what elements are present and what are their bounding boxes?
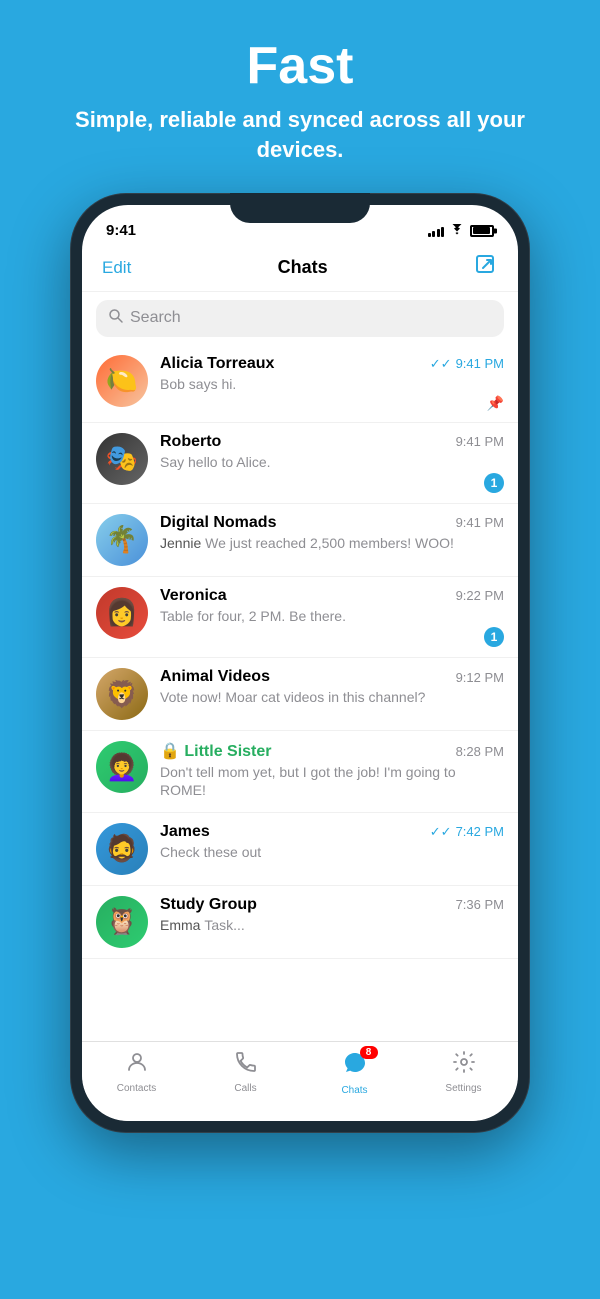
hero-subtitle: Simple, reliable and synced across all y… <box>40 105 560 164</box>
chat-name-james: James <box>160 823 210 841</box>
nav-title: Chats <box>278 257 328 278</box>
chat-time-animal-videos: 9:12 PM <box>456 670 504 685</box>
badge-veronica: 1 <box>484 627 504 647</box>
avatar-little-sister: 👩‍🦱 <box>96 741 148 793</box>
nav-bar: Edit Chats <box>82 249 518 292</box>
phone-frame: 9:41 <box>70 193 530 1133</box>
chat-time-james: 7:42 PM <box>456 824 504 839</box>
chat-item-roberto[interactable]: 🎭 Roberto 9:41 PM Say hello to Alice. 1 <box>82 423 518 504</box>
tab-bar: Contacts Calls <box>82 1041 518 1121</box>
chat-name-roberto: Roberto <box>160 433 221 451</box>
tab-contacts[interactable]: Contacts <box>107 1050 167 1094</box>
chat-time-study-group: 7:36 PM <box>456 897 504 912</box>
phone-wrapper: 9:41 <box>0 193 600 1133</box>
avatar-james: 🧔 <box>96 823 148 875</box>
chat-time-veronica: 9:22 PM <box>456 588 504 603</box>
edit-button[interactable]: Edit <box>102 258 131 278</box>
search-icon <box>108 308 124 329</box>
chat-item-alicia[interactable]: 🍋 Alicia Torreaux ✓✓ 9:41 PM Bob says hi. 📌 <box>82 345 518 423</box>
avatar-study-group: 🦉 <box>96 896 148 948</box>
status-time: 9:41 <box>106 222 136 239</box>
badge-roberto: 1 <box>484 473 504 493</box>
chat-name-digital-nomads: Digital Nomads <box>160 514 276 532</box>
tab-calls[interactable]: Calls <box>216 1050 276 1094</box>
chat-preview-digital-nomads: Jennie We just reached 2,500 members! WO… <box>160 534 504 552</box>
chat-item-veronica[interactable]: 👩 Veronica 9:22 PM Table for four, 2 PM. Be… <box>82 577 518 658</box>
notch <box>230 193 370 223</box>
chat-preview-james: Check these out <box>160 843 504 861</box>
phone-content: 9:41 <box>82 205 518 1121</box>
avatar-alicia: 🍋 <box>96 355 148 407</box>
avatar-roberto: 🎭 <box>96 433 148 485</box>
chat-item-study-group[interactable]: 🦉 Study Group 7:36 PM Emma Task... <box>82 886 518 959</box>
settings-icon <box>452 1050 476 1081</box>
chat-time-little-sister: 8:28 PM <box>456 744 504 759</box>
chat-time-roberto: 9:41 PM <box>456 434 504 449</box>
pin-icon: 📌 <box>487 395 504 412</box>
double-check-icon: ✓✓ <box>430 356 452 372</box>
wifi-icon <box>449 223 465 239</box>
chat-preview-roberto: Say hello to Alice. <box>160 453 504 471</box>
chat-item-james[interactable]: 🧔 James ✓✓ 7:42 PM Check these out <box>82 813 518 886</box>
chat-name-veronica: Veronica <box>160 587 227 605</box>
chat-item-animal-videos[interactable]: 🦁 Animal Videos 9:12 PM Vote now! Moar cat … <box>82 658 518 731</box>
double-check-icon: ✓✓ <box>430 824 452 840</box>
chat-name-animal-videos: Animal Videos <box>160 668 270 686</box>
chat-time-alicia: 9:41 PM <box>456 356 504 371</box>
chat-name-study-group: Study Group <box>160 896 257 914</box>
tab-settings-label: Settings <box>445 1083 481 1094</box>
chat-item-digital-nomads[interactable]: 🌴 Digital Nomads 9:41 PM Jennie We just rea… <box>82 504 518 577</box>
compose-button[interactable] <box>474 253 498 283</box>
chat-preview-animal-videos: Vote now! Moar cat videos in this channe… <box>160 688 504 706</box>
chat-preview-little-sister: Don't tell mom yet, but I got the job! I… <box>160 763 504 799</box>
chat-list-container: 🍋 Alicia Torreaux ✓✓ 9:41 PM Bob says hi. 📌 🎭 R… <box>82 345 518 959</box>
search-placeholder: Search <box>130 309 181 327</box>
contacts-icon <box>125 1050 149 1081</box>
chat-list: 🍋 Alicia Torreaux ✓✓ 9:41 PM Bob says hi. 📌 🎭 R… <box>82 345 518 1121</box>
chat-time-digital-nomads: 9:41 PM <box>456 515 504 530</box>
avatar-veronica: 👩 <box>96 587 148 639</box>
search-bar[interactable]: Search <box>96 300 504 337</box>
chats-badge: 8 <box>360 1046 378 1059</box>
hero-title: Fast <box>40 38 560 95</box>
tab-contacts-label: Contacts <box>117 1083 156 1094</box>
chat-preview-study-group: Emma Task... <box>160 916 504 934</box>
chat-preview-alicia: Bob says hi. <box>160 375 504 393</box>
phone-inner: 9:41 <box>82 205 518 1121</box>
chats-icon: 8 <box>342 1050 368 1083</box>
chat-item-little-sister[interactable]: 👩‍🦱 🔒 Little Sister 8:28 PM Don't tell mom … <box>82 731 518 812</box>
signal-bars-icon <box>428 225 445 237</box>
tab-chats[interactable]: 8 Chats <box>325 1050 385 1096</box>
status-icons <box>428 223 495 239</box>
battery-icon <box>470 225 494 237</box>
tab-chats-label: Chats <box>341 1085 367 1096</box>
avatar-digital-nomads: 🌴 <box>96 514 148 566</box>
avatar-animal-videos: 🦁 <box>96 668 148 720</box>
chat-preview-veronica: Table for four, 2 PM. Be there. <box>160 607 504 625</box>
hero-section: Fast Simple, reliable and synced across … <box>0 0 600 193</box>
tab-settings[interactable]: Settings <box>434 1050 494 1094</box>
chat-name-little-sister: 🔒 Little Sister <box>160 741 272 761</box>
calls-icon <box>234 1050 258 1081</box>
tab-calls-label: Calls <box>234 1083 256 1094</box>
chat-name-alicia: Alicia Torreaux <box>160 355 274 373</box>
